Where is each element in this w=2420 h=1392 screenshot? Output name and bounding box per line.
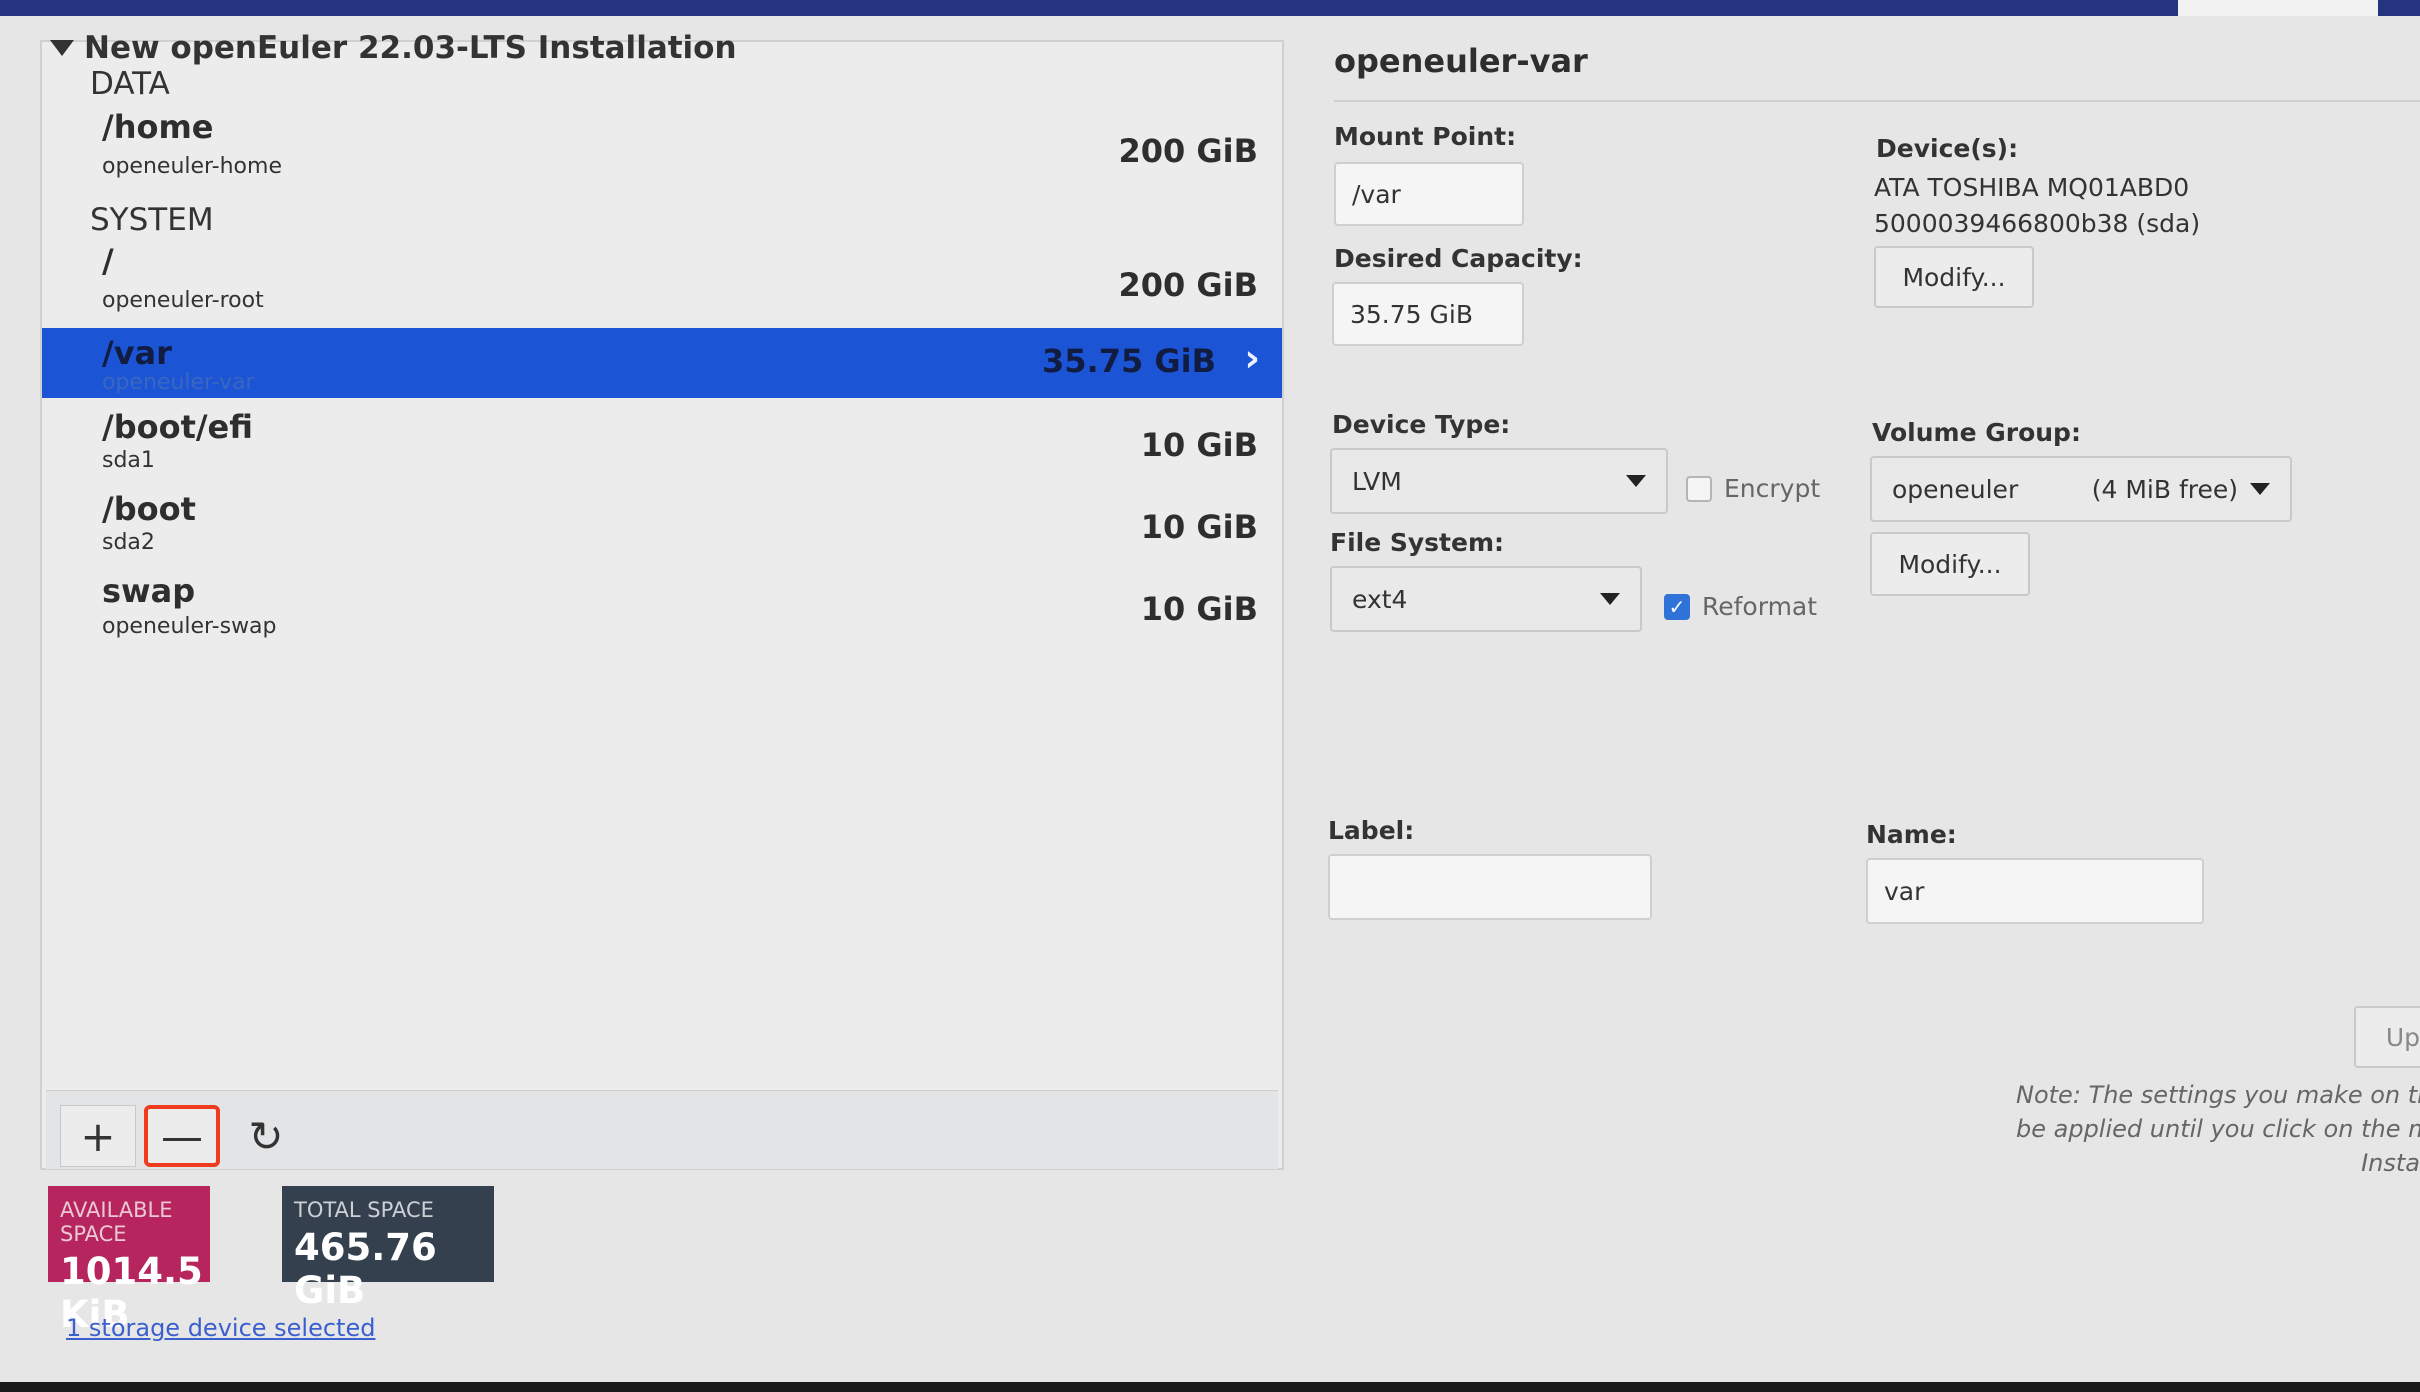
encrypt-label: Encrypt <box>1724 474 1821 503</box>
device-name: openeuler-swap <box>102 614 277 639</box>
file-system-label: File System: <box>1330 528 1505 557</box>
volume-group-modify-button[interactable]: Modify... <box>1870 532 2030 596</box>
mount-point: /var <box>102 334 172 372</box>
selected-mount-title: openeuler-var <box>1334 42 1588 80</box>
bottom-bar <box>0 1382 2420 1392</box>
title-separator <box>1334 100 2420 102</box>
desired-capacity-input[interactable]: 35.75 GiB <box>1332 282 1524 346</box>
mount-row-boot-efi[interactable]: /boot/efi sda1 10 GiB <box>42 408 1282 488</box>
mount-row-boot[interactable]: /boot sda2 10 GiB <box>42 490 1282 570</box>
total-space-badge: TOTAL SPACE 465.76 GiB <box>282 1186 494 1312</box>
note-line-2: be applied until you click on the mai <box>2016 1115 2420 1143</box>
plus-icon: + <box>80 1111 116 1161</box>
section-system-label: SYSTEM <box>90 202 214 238</box>
volume-group-label: Volume Group: <box>1872 418 2081 447</box>
size: 10 GiB <box>1140 590 1258 628</box>
size: 10 GiB <box>1140 426 1258 464</box>
mount-point: /home <box>102 108 214 146</box>
volume-group-select[interactable]: openeuler (4 MiB free) <box>1870 456 2292 522</box>
total-space-label: TOTAL SPACE <box>294 1198 434 1222</box>
section-data-label: DATA <box>90 66 170 102</box>
dropdown-arrow-icon <box>1600 593 1620 605</box>
name-field-label: Name: <box>1866 820 1957 849</box>
file-system-select[interactable]: ext4 <box>1330 566 1642 632</box>
device-name: openeuler-var <box>102 370 255 395</box>
size: 35.75 GiB <box>1042 342 1216 380</box>
name-input[interactable]: var <box>1866 858 2204 924</box>
size: 10 GiB <box>1140 508 1258 546</box>
expander-down-icon[interactable] <box>50 40 74 56</box>
mount-point-label: Mount Point: <box>1334 122 1517 151</box>
refresh-icon: ↻ <box>248 1111 284 1161</box>
settings-note: Note: The settings you make on thi be ap… <box>2016 1078 2420 1180</box>
mount-point-list: New openEuler 22.03-LTS Installation DAT… <box>40 30 1284 1170</box>
mount-row-var[interactable]: /var openeuler-var 35.75 GiB › <box>42 328 1282 398</box>
mount-point: /boot <box>102 490 196 528</box>
add-mount-point-button[interactable]: + <box>60 1105 136 1167</box>
devices-label: Device(s): <box>1876 134 2019 163</box>
note-line-3: Insta <box>2361 1149 2420 1177</box>
device-info: ATA TOSHIBA MQ01ABD0 5000039466800b38 (s… <box>1874 170 2200 242</box>
reformat-label: Reformat <box>1702 592 1818 621</box>
device-id: 5000039466800b38 (sda) <box>1874 209 2201 238</box>
dropdown-arrow-icon <box>2250 483 2270 495</box>
total-space-value: 465.76 GiB <box>294 1226 437 1312</box>
label-input[interactable] <box>1328 854 1652 920</box>
volume-group-value: openeuler <box>1892 474 2019 504</box>
encrypt-checkbox[interactable]: Encrypt <box>1686 474 1820 503</box>
mount-row-swap[interactable]: swap openeuler-swap 10 GiB <box>42 572 1282 652</box>
top-bar-tab <box>2178 0 2378 16</box>
available-space-badge: AVAILABLE SPACE 1014.5 KiB <box>48 1186 210 1336</box>
checkbox-checked-icon: ✓ <box>1664 593 1690 620</box>
chevron-right-icon: › <box>1244 336 1260 380</box>
device-name: sda2 <box>102 530 155 555</box>
update-settings-button[interactable]: Up <box>2354 1006 2420 1068</box>
mount-row-root[interactable]: / openeuler-root 200 GiB <box>42 242 1282 322</box>
mount-point: swap <box>102 572 196 610</box>
device-name: openeuler-root <box>102 288 264 313</box>
top-bar <box>0 0 2420 16</box>
device-type-label: Device Type: <box>1332 410 1511 439</box>
mount-point-input[interactable]: /var <box>1334 162 1524 226</box>
note-line-1: Note: The settings you make on thi <box>2016 1081 2420 1109</box>
remove-mount-point-button[interactable]: — <box>144 1105 220 1167</box>
label-field-label: Label: <box>1328 816 1415 845</box>
mount-row-home[interactable]: /home openeuler-home 200 GiB <box>42 108 1282 188</box>
storage-device-link[interactable]: 1 storage device selected <box>66 1314 375 1342</box>
desired-capacity-label: Desired Capacity: <box>1334 244 1583 273</box>
device-type-select[interactable]: LVM <box>1330 448 1668 514</box>
checkbox-unchecked-icon <box>1686 475 1712 502</box>
dropdown-arrow-icon <box>1626 475 1646 487</box>
size: 200 GiB <box>1118 132 1258 170</box>
volume-group-free: (4 MiB free) <box>2091 474 2238 504</box>
device-type-value: LVM <box>1352 466 1402 496</box>
device-model: ATA TOSHIBA MQ01ABD0 <box>1874 173 2190 202</box>
size: 200 GiB <box>1118 266 1258 304</box>
available-space-label: AVAILABLE SPACE <box>60 1198 173 1246</box>
partition-toolbar: + — ↻ <box>46 1090 1278 1169</box>
minus-icon: — <box>161 1111 203 1161</box>
refresh-button[interactable]: ↻ <box>228 1105 304 1167</box>
reformat-checkbox[interactable]: ✓ Reformat <box>1664 592 1817 621</box>
installation-title: New openEuler 22.03-LTS Installation <box>84 30 737 66</box>
device-name: openeuler-home <box>102 154 282 179</box>
mount-point: / <box>102 242 114 280</box>
file-system-value: ext4 <box>1352 584 1408 614</box>
device-name: sda1 <box>102 448 155 473</box>
mount-point: /boot/efi <box>102 408 253 446</box>
installation-header[interactable]: New openEuler 22.03-LTS Installation <box>50 30 737 66</box>
devices-modify-button[interactable]: Modify... <box>1874 246 2034 308</box>
